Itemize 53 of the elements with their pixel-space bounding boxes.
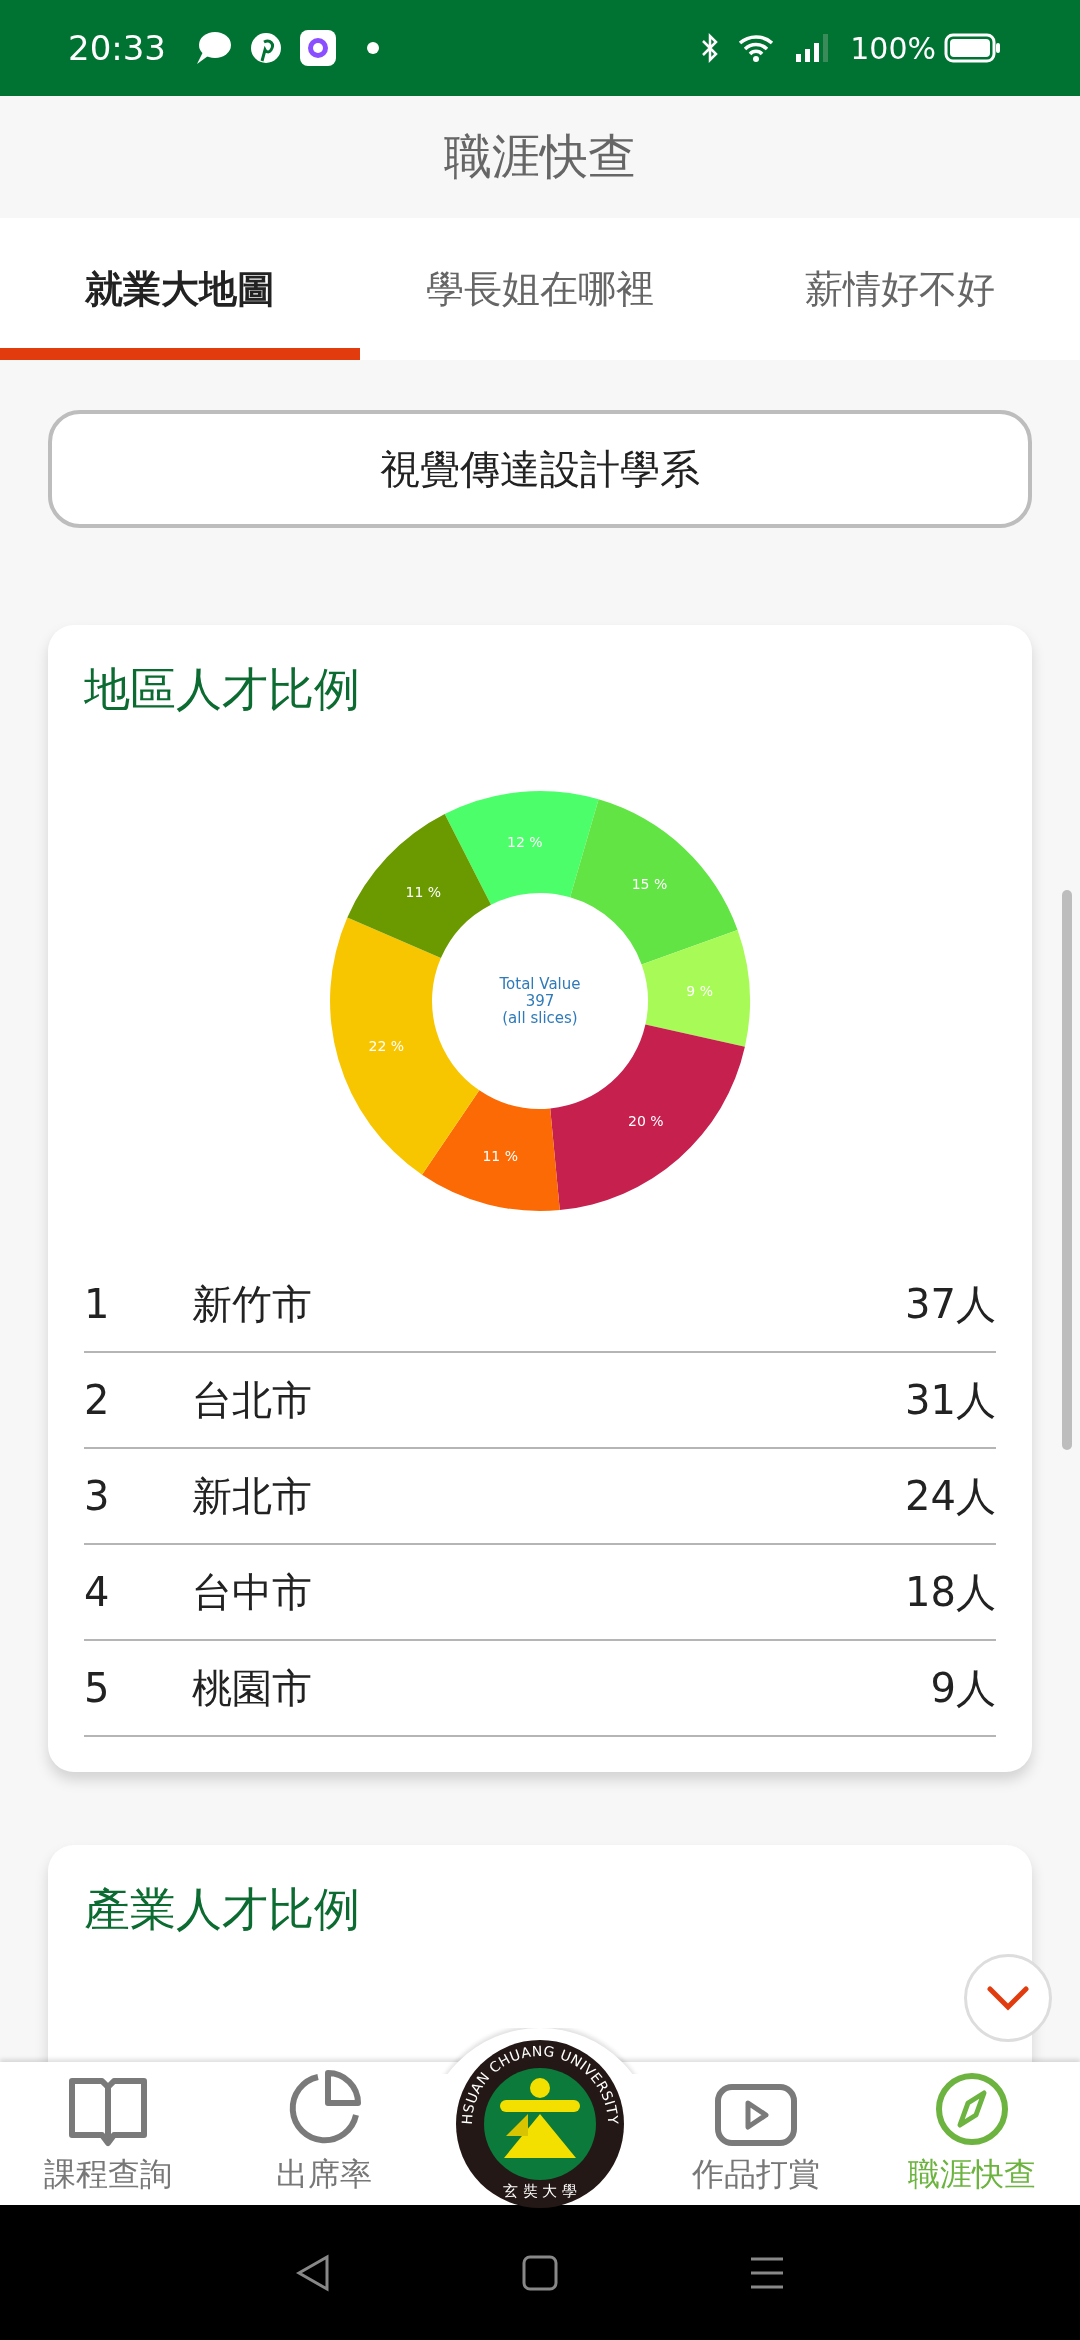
rank-number: 2 <box>84 1377 111 1423</box>
total-label: Total Value <box>499 975 581 993</box>
card-title: 地區人才比例 <box>84 661 360 718</box>
screen-title: 職涯快查 <box>444 127 636 186</box>
dot-icon <box>366 41 380 55</box>
battery-percent: 100% <box>850 30 936 66</box>
city-name: 新竹市 <box>192 1279 313 1329</box>
donut-slice[interactable] <box>422 1090 560 1211</box>
slice-label: 11 % <box>405 883 442 900</box>
donut-slice[interactable] <box>550 1024 745 1211</box>
people-count: 24人 <box>905 1471 996 1521</box>
slice-label: 22 % <box>368 1037 405 1054</box>
card-title: 產業人才比例 <box>84 1881 360 1938</box>
nav-label: 作品打賞 <box>692 2154 820 2195</box>
people-count: 9人 <box>930 1663 996 1713</box>
people-count: 37人 <box>905 1279 996 1329</box>
play-video-icon <box>714 2083 798 2147</box>
book-icon <box>68 2075 148 2147</box>
total-label: 397 <box>525 992 555 1010</box>
rank-number: 3 <box>84 1473 111 1519</box>
department-button[interactable]: 視覺傳達設計學系 <box>48 410 1032 528</box>
donut-slice[interactable] <box>641 929 750 1047</box>
rank-number: 4 <box>84 1569 111 1615</box>
city-name: 台中市 <box>192 1567 313 1617</box>
nav-item[interactable]: 課程查詢 <box>0 2062 216 2205</box>
city-name: 新北市 <box>192 1471 313 1521</box>
city-name: 桃園市 <box>192 1663 313 1713</box>
clock-time: 20:33 <box>68 28 166 68</box>
rank-number: 5 <box>84 1665 111 1711</box>
nav-label: 課程查詢 <box>44 2154 172 2195</box>
pin-icon <box>250 32 282 64</box>
donut-slice[interactable] <box>444 791 599 905</box>
slice-label: 9 % <box>686 983 714 999</box>
total-label: (all slices) <box>502 1009 578 1027</box>
donut-slice[interactable] <box>347 813 491 959</box>
slice-label: 12 % <box>507 833 543 850</box>
slice-label: 20 % <box>628 1113 664 1129</box>
chat-bubble-icon <box>194 30 232 66</box>
compass-icon <box>934 2071 1010 2147</box>
people-count: 18人 <box>905 1567 996 1617</box>
donut-slice[interactable] <box>330 917 480 1175</box>
chevron-down-icon <box>986 1985 1030 2011</box>
nav-item[interactable]: 作品打賞 <box>648 2062 864 2205</box>
slice-label: 11 % <box>482 1148 518 1164</box>
rank-number: 1 <box>84 1281 111 1327</box>
nav-label: 職涯快查 <box>908 2154 1036 2195</box>
battery-icon <box>944 33 1002 63</box>
nav-label: 出席率 <box>276 2154 372 2195</box>
slice-label: 15 % <box>631 876 668 893</box>
city-name: 台北市 <box>192 1375 313 1425</box>
people-count: 31人 <box>905 1375 996 1425</box>
nav-item[interactable]: 出席率 <box>216 2062 432 2205</box>
app-icon <box>300 30 336 66</box>
